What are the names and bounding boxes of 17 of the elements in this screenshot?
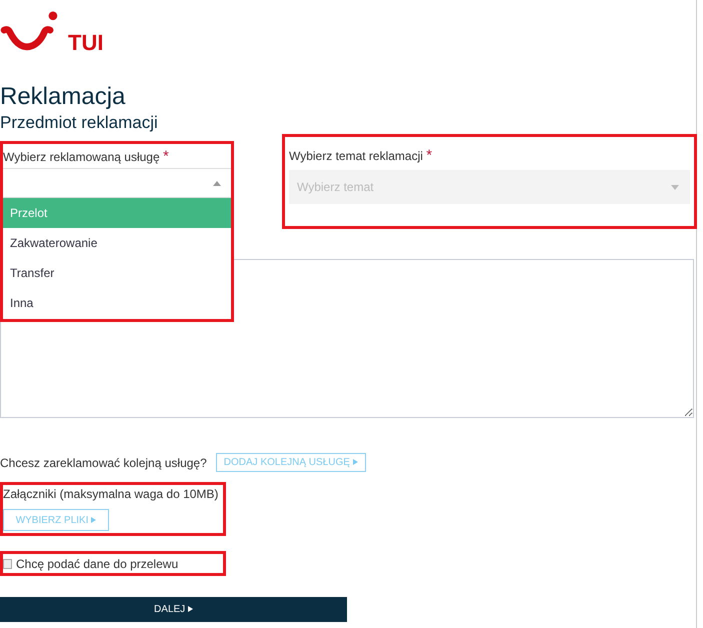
dropdown-option[interactable]: Inna [3,288,231,318]
caret-icon [213,180,221,186]
attachments-label: Załączniki (maksymalna waga do 10MB) [3,487,220,501]
field-label: Wybierz temat reklamacji * [289,146,434,166]
dropdown-option[interactable]: Zakwaterowanie [3,228,231,258]
play-icon [91,516,96,523]
page-title: Reklamacja [0,83,126,111]
dropdown-option[interactable]: Transfer [3,258,231,288]
play-icon [352,459,358,466]
question-text: Chcesz zareklamować kolejną usługę? [0,456,207,470]
section-title: Przedmiot reklamacji [0,113,159,133]
checkbox[interactable] [3,558,12,568]
checkbox-label: Chcę podać dane do przelewu [16,556,178,570]
next-button[interactable]: DALEJ [0,597,347,622]
logo-text: TUI [68,32,104,54]
caret-icon [671,184,679,190]
play-icon [188,606,193,612]
